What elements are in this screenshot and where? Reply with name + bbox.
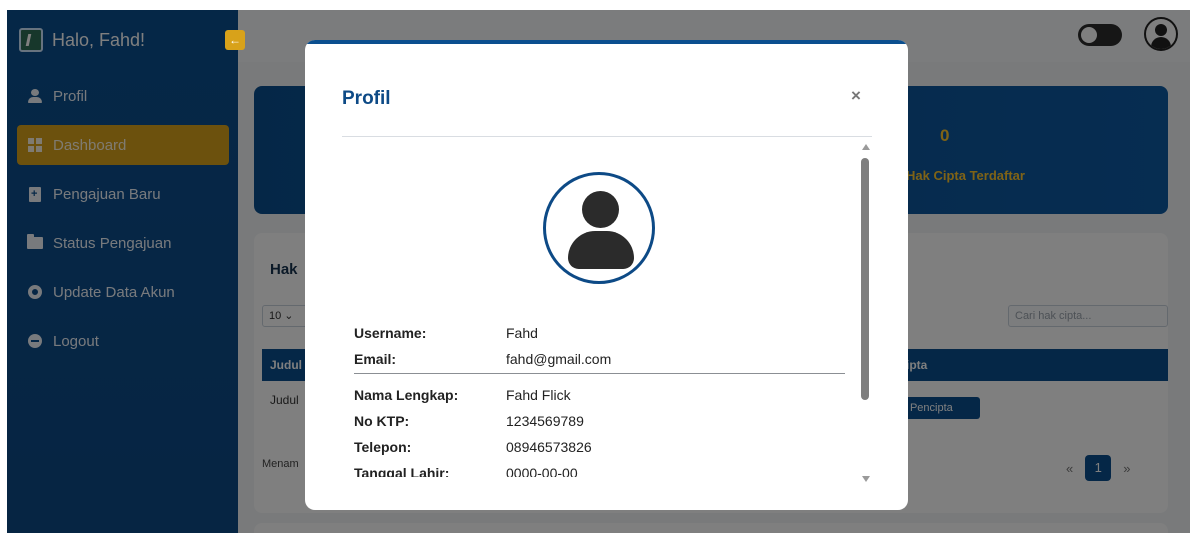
scroll-thumb[interactable] — [861, 158, 869, 400]
modal-body[interactable]: Username: Fahd Email: fahd@gmail.com Nam… — [342, 137, 862, 477]
info-separator — [354, 373, 845, 374]
modal-accent-bar — [305, 40, 908, 44]
field-label: Telepon: — [354, 439, 412, 455]
field-label: Email: — [354, 351, 397, 367]
profile-modal: Profil × Username: Fahd Email: fahd@gmai… — [305, 40, 908, 510]
field-value: fahd@gmail.com — [506, 351, 612, 367]
field-value: Fahd — [506, 325, 538, 341]
field-label: Tanggal Lahir: — [354, 465, 450, 477]
field-value: 0000-00-00 — [506, 465, 578, 477]
field-value: 08946573826 — [506, 439, 592, 455]
field-value: 1234569789 — [506, 413, 584, 429]
field-label: No KTP: — [354, 413, 410, 429]
scroll-down-icon[interactable] — [862, 476, 870, 482]
modal-title: Profil — [342, 88, 391, 109]
modal-scrollbar[interactable] — [861, 144, 871, 484]
field-value: Fahd Flick — [506, 387, 571, 403]
field-label: Username: — [354, 325, 427, 341]
close-icon[interactable]: × — [851, 86, 861, 106]
scroll-up-icon[interactable] — [862, 144, 870, 150]
profile-avatar-icon — [543, 172, 655, 284]
sidebar-collapse-button[interactable]: ← — [225, 30, 245, 50]
field-label: Nama Lengkap: — [354, 387, 459, 403]
app-frame: Halo, Fahd! Profil Dashboard Pengajuan B… — [7, 10, 1190, 533]
